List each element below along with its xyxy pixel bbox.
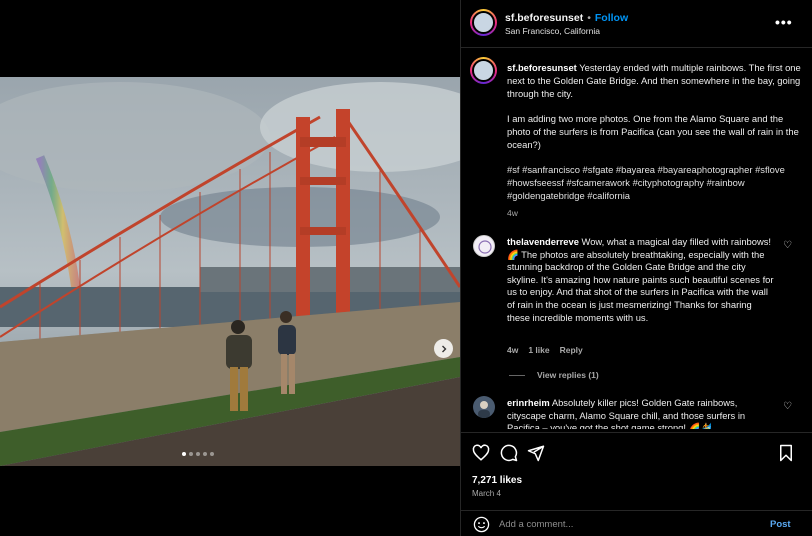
post-location[interactable]: San Francisco, California — [505, 26, 600, 36]
next-photo-button[interactable] — [434, 339, 453, 358]
action-bar: 7,271 likes March 4 Add a comment... Pos… — [461, 432, 812, 536]
separator-dot: • — [587, 12, 591, 24]
carousel-dot — [210, 452, 214, 456]
caption-hashtags[interactable]: #sf #sanfrancisco #sfgate #bayarea #baya… — [507, 164, 802, 202]
caption-username[interactable]: sf.beforesunset — [507, 62, 577, 73]
carousel-dot — [182, 452, 186, 456]
post-caption: sf.beforesunset Yesterday ended with mul… — [507, 62, 802, 215]
person-icon — [478, 401, 490, 418]
chevron-right-icon — [441, 345, 446, 352]
author-avatar[interactable] — [470, 9, 497, 36]
carousel-dot — [189, 452, 193, 456]
lavender-logo-icon — [478, 240, 492, 254]
comment-icon[interactable] — [500, 444, 518, 462]
caption-paragraph: I am adding two more photos. One from th… — [507, 112, 799, 150]
comment-item: thelavenderreve Wow, what a magical day … — [507, 236, 777, 324]
bookmark-icon[interactable] — [777, 444, 795, 462]
comment-like-heart-icon[interactable]: ♡ — [783, 401, 792, 412]
author-username[interactable]: sf.beforesunset — [505, 12, 583, 24]
view-replies-button[interactable]: View replies (1) — [509, 370, 599, 380]
comment-username[interactable]: erinrheim — [507, 397, 550, 408]
caption-timestamp[interactable]: 4w — [507, 208, 518, 218]
carousel-dot — [203, 452, 207, 456]
post-date[interactable]: March 4 — [472, 489, 501, 498]
author-line: sf.beforesunset • Follow — [505, 12, 628, 24]
golden-gate-bridge-photo — [0, 77, 460, 466]
add-comment-bar: Add a comment... Post — [461, 510, 812, 536]
carousel-dot — [196, 452, 200, 456]
comment-like-heart-icon[interactable]: ♡ — [783, 240, 792, 251]
share-icon[interactable] — [527, 444, 545, 462]
post-image[interactable] — [0, 77, 460, 466]
comment-likes[interactable]: 1 like — [528, 345, 549, 355]
commenter-avatar[interactable] — [473, 235, 495, 257]
reply-button[interactable]: Reply — [560, 345, 583, 355]
likes-count[interactable]: 7,271 likes — [472, 475, 522, 486]
emoji-icon[interactable] — [473, 516, 490, 533]
post-comment-button[interactable]: Post — [770, 519, 791, 530]
comment-text: Wow, what a magical day filled with rain… — [507, 236, 774, 323]
replies-divider — [509, 374, 525, 376]
follow-button[interactable]: Follow — [595, 12, 628, 24]
comment-meta: 4w 1 like Reply — [507, 345, 593, 355]
commenter-avatar[interactable] — [473, 396, 495, 418]
comment-username[interactable]: thelavenderreve — [507, 236, 579, 247]
more-icon[interactable]: ••• — [775, 14, 793, 30]
comment-input[interactable]: Add a comment... — [499, 519, 573, 530]
carousel-indicator — [182, 452, 214, 456]
view-replies-label: View replies (1) — [537, 370, 599, 380]
heart-icon[interactable] — [472, 444, 490, 462]
comment-timestamp[interactable]: 4w — [507, 345, 518, 355]
post-header: sf.beforesunset • Follow San Francisco, Ca… — [461, 0, 812, 48]
post-detail-panel: sf.beforesunset • Follow San Francisco, Ca… — [460, 0, 812, 536]
comment-item: erinrheim Absolutely killer pics! Golden… — [507, 397, 777, 429]
caption-avatar[interactable] — [470, 57, 497, 84]
